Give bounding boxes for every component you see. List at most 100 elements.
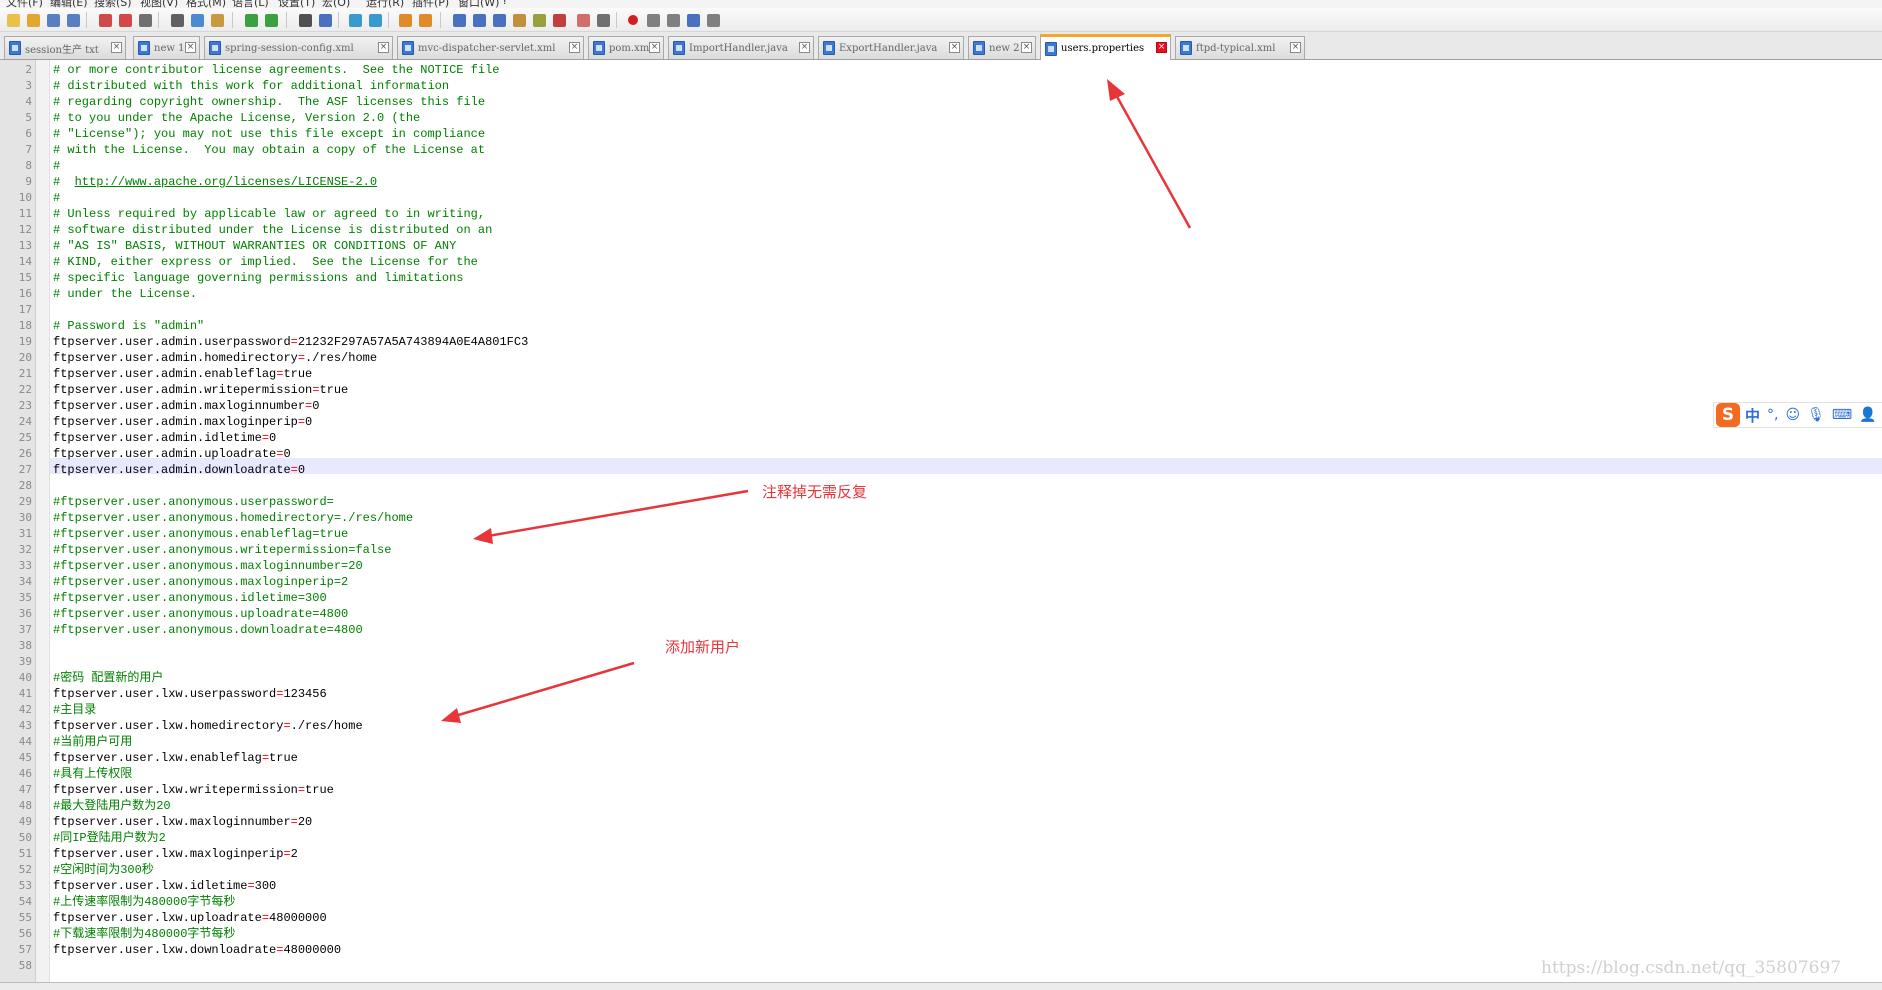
code-line[interactable]: #密码 配置新的用户 <box>53 670 163 686</box>
code-line[interactable]: # "License"); you may not use this file … <box>53 126 485 142</box>
menu-item[interactable]: 搜索(S) <box>94 0 132 8</box>
code-line[interactable]: # <box>53 190 60 206</box>
tab-close-icon[interactable]: × <box>1156 42 1167 53</box>
indent-guide-icon[interactable] <box>490 11 508 29</box>
code-line[interactable]: ftpserver.user.lxw.maxloginnumber=20 <box>53 814 312 830</box>
run-macro-multiple-icon[interactable] <box>684 11 702 29</box>
zoom-in-icon[interactable] <box>346 11 364 29</box>
menu-item[interactable]: 格式(M) <box>186 0 226 8</box>
code-line[interactable]: ftpserver.user.lxw.idletime=300 <box>53 878 276 894</box>
menu-item[interactable]: 设置(T) <box>278 0 315 8</box>
undo-icon[interactable] <box>242 11 260 29</box>
ime-toolbar[interactable]: S 中 °, ☺ 🎙 ⌨ 👤 <box>1713 402 1882 428</box>
function-list-icon[interactable] <box>550 11 568 29</box>
save-macro-icon[interactable] <box>704 11 722 29</box>
code-line[interactable]: ftpserver.user.admin.maxloginnumber=0 <box>53 398 319 414</box>
code-line[interactable]: ftpserver.user.lxw.writepermission=true <box>53 782 334 798</box>
emoji-icon[interactable]: ☺ <box>1785 407 1800 423</box>
menu-item[interactable]: 语言(L) <box>232 0 269 8</box>
tab-new-2[interactable]: new 2 × <box>968 36 1036 59</box>
code-line[interactable]: ftpserver.user.lxw.uploadrate=48000000 <box>53 910 327 926</box>
code-line[interactable]: #最大登陆用户数为20 <box>53 798 171 814</box>
user-icon[interactable]: 👤 <box>1859 407 1876 423</box>
tab-close-icon[interactable]: × <box>1290 42 1301 53</box>
new-file-icon[interactable] <box>4 11 22 29</box>
tab-close-icon[interactable]: × <box>799 42 810 53</box>
code-line[interactable]: # or more contributor license agreements… <box>53 62 499 78</box>
code-line[interactable]: #当前用户可用 <box>53 734 132 750</box>
code-line[interactable]: ftpserver.user.lxw.enableflag=true <box>53 750 298 766</box>
code-line[interactable]: ftpserver.user.admin.writepermission=tru… <box>53 382 348 398</box>
tab-pom-xml[interactable]: pom.xml × <box>588 36 664 59</box>
code-line[interactable]: #主目录 <box>53 702 96 718</box>
code-line[interactable]: ftpserver.user.admin.idletime=0 <box>53 430 276 446</box>
tab-importhandler-java[interactable]: ImportHandler.java × <box>668 36 814 59</box>
keyboard-icon[interactable]: ⌨ <box>1832 407 1852 423</box>
menu-item[interactable]: 文件(F) <box>6 0 43 8</box>
sync-vertical-icon[interactable] <box>396 11 414 29</box>
redo-icon[interactable] <box>262 11 280 29</box>
stop-macro-icon[interactable] <box>644 11 662 29</box>
menu-item[interactable]: 编辑(E) <box>50 0 88 8</box>
code-line[interactable]: ftpserver.user.lxw.downloadrate=48000000 <box>53 942 341 958</box>
close-all-icon[interactable] <box>116 11 134 29</box>
code-line[interactable]: ftpserver.user.admin.homedirectory=./res… <box>53 350 377 366</box>
find-icon[interactable] <box>296 11 314 29</box>
code-line[interactable]: #ftpserver.user.anonymous.downloadrate=4… <box>53 622 363 638</box>
code-line[interactable]: #上传速率限制为480000字节每秒 <box>53 894 235 910</box>
save-icon[interactable] <box>44 11 62 29</box>
code-line[interactable]: # Unless required by applicable law or a… <box>53 206 485 222</box>
tab-spring-session-config-xml[interactable]: spring-session-config.xml × <box>204 36 393 59</box>
editor[interactable]: 2 3 4 5 6 7 8 9 10 11 12 13 14 15 16 17 18 19 20 21 22 23 24 25… <box>0 60 1882 982</box>
monitoring-icon[interactable] <box>594 11 612 29</box>
code-line[interactable]: ftpserver.user.lxw.userpassword=123456 <box>53 686 327 702</box>
tab-close-icon[interactable]: × <box>185 42 196 53</box>
code-line[interactable]: ftpserver.user.admin.downloadrate=0 <box>53 462 305 478</box>
open-file-icon[interactable] <box>24 11 42 29</box>
code-line[interactable]: #ftpserver.user.anonymous.userpassword= <box>53 494 334 510</box>
code-line[interactable]: #空闲时间为300秒 <box>53 862 154 878</box>
tab-close-icon[interactable]: × <box>649 42 660 53</box>
code-line[interactable]: # <box>53 158 60 174</box>
record-macro-icon[interactable] <box>624 11 642 29</box>
menu-item[interactable]: 插件(P) <box>412 0 449 8</box>
menu-item[interactable]: 窗口(W) <box>458 0 499 8</box>
word-wrap-icon[interactable] <box>450 11 468 29</box>
ime-mode-toggle[interactable]: 中 <box>1745 405 1760 426</box>
code-line[interactable]: # specific language governing permission… <box>53 270 463 286</box>
replace-icon[interactable] <box>316 11 334 29</box>
tab-close-icon[interactable]: × <box>569 42 580 53</box>
menu-item[interactable]: 运行(R) <box>366 0 404 8</box>
code-line[interactable]: # regarding copyright ownership. The ASF… <box>53 94 485 110</box>
paste-icon[interactable] <box>208 11 226 29</box>
code-line[interactable]: # "AS IS" BASIS, WITHOUT WARRANTIES OR C… <box>53 238 456 254</box>
code-line[interactable]: #ftpserver.user.anonymous.homedirectory=… <box>53 510 413 526</box>
doc-map-icon[interactable] <box>530 11 548 29</box>
code-line[interactable]: ftpserver.user.admin.uploadrate=0 <box>53 446 291 462</box>
code-line[interactable]: ftpserver.user.lxw.maxloginperip=2 <box>53 846 298 862</box>
code-line[interactable]: #同IP登陆用户数为2 <box>53 830 166 846</box>
code-line[interactable]: ftpserver.user.admin.maxloginperip=0 <box>53 414 312 430</box>
tab-new-1[interactable]: new 1 × <box>133 36 200 59</box>
menu-item[interactable]: ? <box>502 0 508 7</box>
code-line[interactable]: #ftpserver.user.anonymous.writepermissio… <box>53 542 391 558</box>
tab-close-icon[interactable]: × <box>949 42 960 53</box>
code-line[interactable]: # KIND, either express or implied. See t… <box>53 254 478 270</box>
tab-session-txt[interactable]: session生产 txt × <box>4 36 126 59</box>
code-line[interactable]: # with the License. You may obtain a cop… <box>53 142 485 158</box>
code-line[interactable]: # distributed with this work for additio… <box>53 78 449 94</box>
punctuation-icon[interactable]: °, <box>1767 407 1778 423</box>
sync-horizontal-icon[interactable] <box>416 11 434 29</box>
tab-close-icon[interactable]: × <box>1021 42 1032 53</box>
code-line[interactable]: ftpserver.user.admin.enableflag=true <box>53 366 312 382</box>
tab-exporthandler-java[interactable]: ExportHandler.java × <box>818 36 964 59</box>
code-line[interactable]: # software distributed under the License… <box>53 222 492 238</box>
code-line[interactable]: #具有上传权限 <box>53 766 132 782</box>
code-line[interactable]: # Password is "admin" <box>53 318 204 334</box>
code-line[interactable]: # http://www.apache.org/licenses/LICENSE… <box>53 174 377 190</box>
code-line[interactable]: # under the License. <box>53 286 197 302</box>
code-line[interactable]: #ftpserver.user.anonymous.maxloginperip=… <box>53 574 348 590</box>
code-line[interactable]: # to you under the Apache License, Versi… <box>53 110 420 126</box>
code-line[interactable]: ftpserver.user.admin.userpassword=21232F… <box>53 334 528 350</box>
user-language-icon[interactable] <box>510 11 528 29</box>
